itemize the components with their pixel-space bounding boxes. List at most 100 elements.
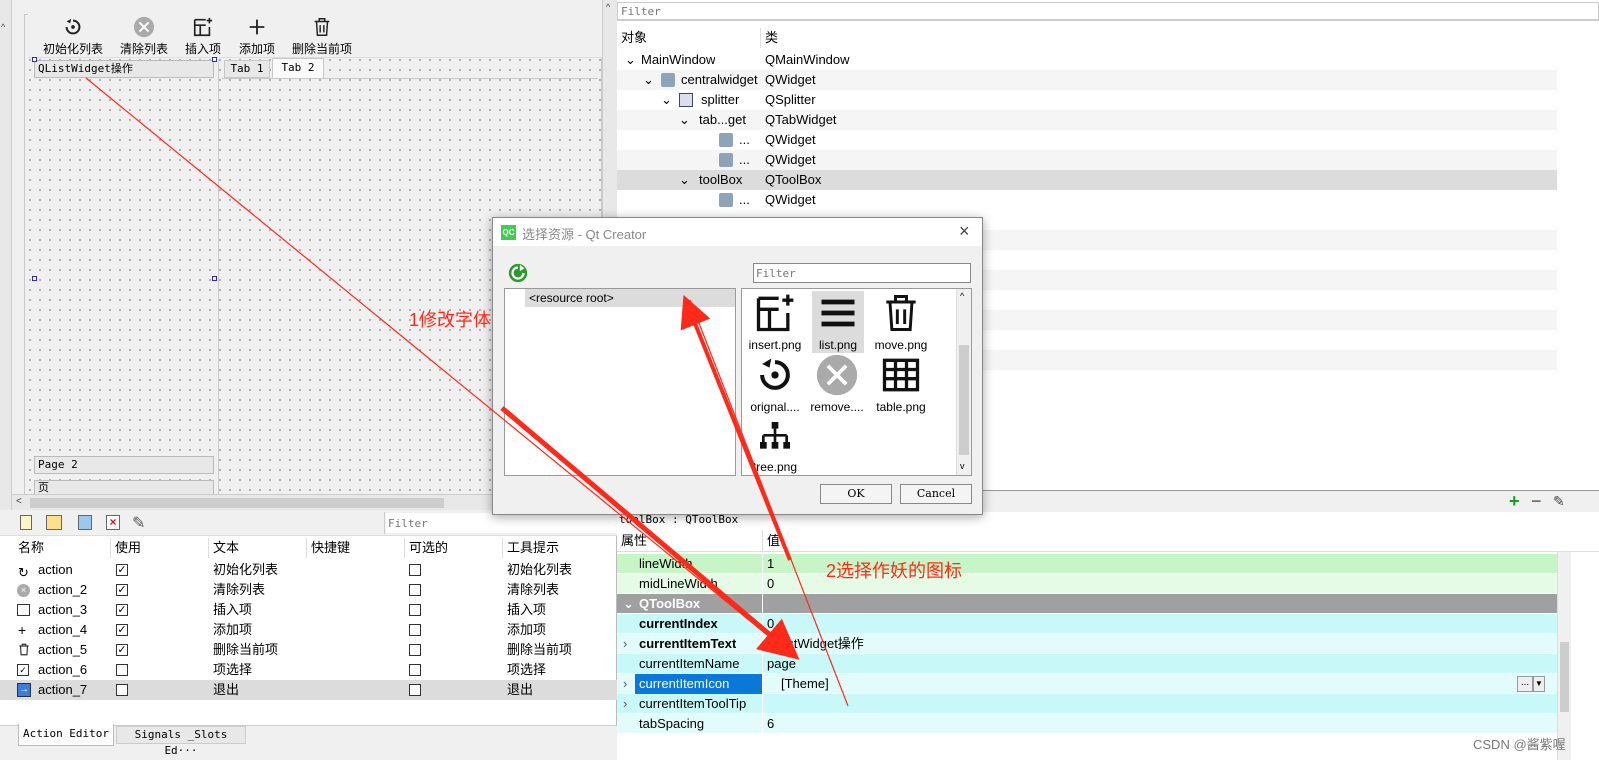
table-row[interactable]: + action_4 ✓ 添加项 添加项 <box>0 620 617 640</box>
new-action-icon[interactable] <box>20 515 32 530</box>
prop-currentitemname[interactable]: currentItemName page <box>617 654 1557 674</box>
chevron-down-icon[interactable]: ⌄ <box>623 594 634 614</box>
toolbox-page-1-header[interactable]: QListWidget操作 <box>34 60 214 78</box>
file-item-move[interactable]: move.png <box>870 291 932 353</box>
remove-property-icon[interactable]: − <box>1531 491 1542 512</box>
tree-item-page[interactable]: ... QWidget <box>617 190 1557 210</box>
used-checkbox[interactable]: ✓ <box>116 624 128 636</box>
table-row[interactable]: action_5 ✓ 删除当前项 删除当前项 <box>0 640 617 660</box>
prop-tabspacing[interactable]: tabSpacing 6 <box>617 714 1557 734</box>
property-editor: toolBox : QToolBox 属性 值 lineWidth 1 midL… <box>617 512 1599 760</box>
object-class: QWidget <box>765 152 816 167</box>
toolbox-page-2-header[interactable]: Page 2 <box>34 456 214 474</box>
used-checkbox[interactable]: ✓ <box>116 604 128 616</box>
paste-action-icon[interactable] <box>78 515 92 530</box>
tab-action-editor[interactable]: Action Editor <box>18 724 114 746</box>
clear-list-button[interactable]: 清除列表 <box>114 16 174 57</box>
file-item-insert[interactable]: insert.png <box>744 291 806 353</box>
action-filter-input[interactable] <box>386 513 617 533</box>
table-row-selected[interactable]: → action_7 退出 退出 <box>0 680 617 700</box>
vertical-scrollbar[interactable]: ^ <box>0 0 12 510</box>
chevron-right-icon[interactable]: › <box>623 694 627 714</box>
checkable-checkbox[interactable] <box>409 584 421 596</box>
table-row[interactable]: ↻ action ✓ 初始化列表 初始化列表 <box>0 560 617 580</box>
copy-action-icon[interactable] <box>46 515 62 530</box>
tree-item-tabwidget[interactable]: ⌄ tab...get QTabWidget <box>617 110 1557 130</box>
used-checkbox[interactable]: ✓ <box>116 564 128 576</box>
checkable-checkbox[interactable] <box>409 644 421 656</box>
close-icon[interactable]: × <box>959 221 970 242</box>
resource-filter-input[interactable] <box>753 263 971 283</box>
checkable-checkbox[interactable] <box>409 684 421 696</box>
used-checkbox[interactable] <box>116 664 128 676</box>
insert-item-button[interactable]: 插入项 <box>180 16 226 57</box>
prop-section-qtoolbox[interactable]: ⌄ QToolBox <box>617 594 1557 614</box>
checkable-checkbox[interactable] <box>409 624 421 636</box>
used-checkbox[interactable]: ✓ <box>116 644 128 656</box>
prop-value[interactable]: 0 <box>767 574 774 594</box>
delete-action-icon[interactable]: × <box>106 515 120 530</box>
prop-currentitemicon[interactable]: › currentItemIcon [Theme] ... ▼ <box>617 674 1557 694</box>
prop-midlinewidth[interactable]: midLineWidth 0 <box>617 574 1557 594</box>
tab-2[interactable]: Tab 2 <box>272 58 324 78</box>
tree-item-centralwidget[interactable]: ⌄ centralwidget QWidget <box>617 70 1557 90</box>
tree-item-tab1[interactable]: ... QWidget <box>617 130 1557 150</box>
wrench-icon[interactable]: ✎ <box>132 513 145 533</box>
file-item-table[interactable]: table.png <box>868 353 934 415</box>
prop-currentitemtooltip[interactable]: › currentItemToolTip <box>617 694 1557 714</box>
file-item-remove[interactable]: remove.... <box>806 353 868 415</box>
file-item-orignal[interactable]: orignal.... <box>744 353 806 415</box>
used-checkbox[interactable]: ✓ <box>116 584 128 596</box>
dropdown-arrow-icon[interactable]: ▼ <box>1533 676 1545 692</box>
chevron-down-icon[interactable]: ⌄ <box>661 90 672 110</box>
delete-item-button[interactable]: 删除当前项 <box>290 16 354 57</box>
property-scrollbar[interactable] <box>1557 552 1571 760</box>
tree-item-toolbox[interactable]: ⌄ toolBox QToolBox <box>617 170 1557 190</box>
tree-item-mainwindow[interactable]: ⌄ MainWindow QMainWindow <box>617 50 1557 70</box>
used-checkbox[interactable] <box>116 684 128 696</box>
file-item-tree[interactable]: tree.png <box>744 417 806 475</box>
tab-1[interactable]: Tab 1 <box>224 60 270 78</box>
table-row[interactable]: action_3 ✓ 插入项 插入项 <box>0 600 617 620</box>
checkable-checkbox[interactable] <box>409 664 421 676</box>
tree-item-splitter[interactable]: ⌄ splitter QSplitter <box>617 90 1557 110</box>
cancel-button[interactable]: Cancel <box>900 484 972 504</box>
chevron-right-icon[interactable]: › <box>623 634 627 654</box>
prop-name: currentItemName <box>639 656 740 671</box>
prop-currentitemtext[interactable]: › currentItemText QListWidget操作 <box>617 634 1557 654</box>
file-list-scrollbar[interactable]: ^ v <box>956 289 971 475</box>
chevron-down-icon[interactable]: ⌄ <box>625 50 636 70</box>
object-filter-input[interactable] <box>617 2 1599 20</box>
prop-value[interactable]: [Theme] <box>781 674 829 694</box>
chevron-down-icon[interactable]: ⌄ <box>643 70 654 90</box>
add-item-button[interactable]: 添加项 <box>234 16 280 57</box>
init-list-button[interactable]: 初始化列表 <box>38 16 108 57</box>
table-row[interactable]: × action_2 ✓ 清除列表 清除列表 <box>0 580 617 600</box>
file-item-list[interactable]: list.png <box>812 291 864 353</box>
add-dynamic-property-icon[interactable]: + <box>1509 491 1520 512</box>
action-tooltip: 项选择 <box>507 662 547 677</box>
tree-item-resource-root[interactable]: <resource root> <box>525 289 735 307</box>
prop-value[interactable]: QListWidget操作 <box>767 634 864 654</box>
tab-signals-slots[interactable]: Signals _Slots Ed··· <box>116 726 246 757</box>
property-list: lineWidth 1 midLineWidth 0 ⌄ QToolBox cu… <box>617 554 1557 760</box>
checkable-checkbox[interactable] <box>409 564 421 576</box>
checkable-checkbox[interactable] <box>409 604 421 616</box>
prop-currentindex[interactable]: currentIndex 0 <box>617 614 1557 634</box>
annotation-note-1: 1修改字体 <box>409 306 491 332</box>
prop-value[interactable]: 0 <box>767 614 774 634</box>
prop-value[interactable]: 1 <box>767 554 774 574</box>
chevron-down-icon[interactable]: ⌄ <box>679 110 690 130</box>
chevron-down-icon[interactable]: ⌄ <box>679 170 690 190</box>
action-name: action_5 <box>38 642 88 657</box>
ok-button[interactable]: OK <box>820 484 892 504</box>
wrench-icon[interactable]: ✎ <box>1553 493 1565 510</box>
tree-item-tab2[interactable]: ... QWidget <box>617 150 1557 170</box>
chevron-right-icon[interactable]: › <box>623 674 627 694</box>
prop-value[interactable]: 6 <box>767 714 774 734</box>
reload-icon[interactable] <box>507 262 529 284</box>
table-row[interactable]: ✓ action_6 项选择 项选择 <box>0 660 617 680</box>
prop-linewidth[interactable]: lineWidth 1 <box>617 554 1557 574</box>
browse-button[interactable]: ... <box>1517 676 1533 692</box>
prop-value[interactable]: page <box>767 654 796 674</box>
